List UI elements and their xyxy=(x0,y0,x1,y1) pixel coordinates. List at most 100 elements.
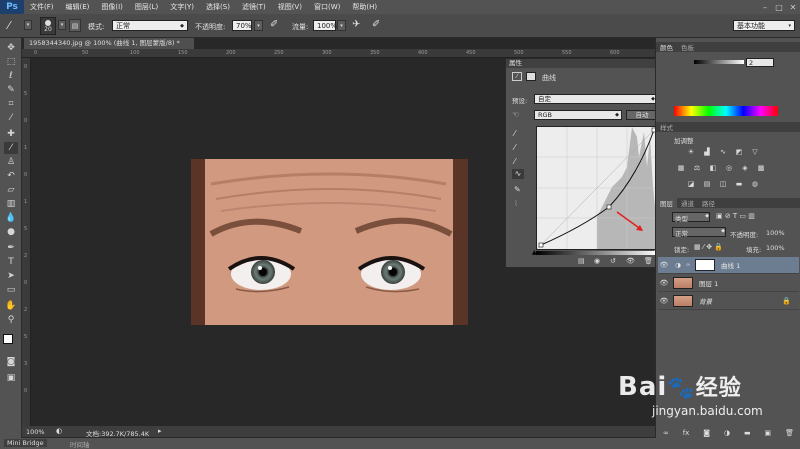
type-tool-icon[interactable]: T xyxy=(4,256,18,268)
auto-button[interactable]: 自动 xyxy=(626,110,658,120)
rectangle-tool-icon[interactable]: ▭ xyxy=(4,284,18,296)
blur-tool-icon[interactable]: 💧 xyxy=(4,212,18,224)
timeline-tab[interactable]: 时间轴 xyxy=(70,439,90,449)
layer-opacity-value[interactable]: 100% xyxy=(766,229,785,237)
black-point-eyedropper-icon[interactable]: ⁄ xyxy=(514,129,515,138)
curves-icon[interactable]: ∿ xyxy=(718,148,728,156)
flow-input[interactable]: 100% xyxy=(313,20,337,31)
opacity-slider-dropdown[interactable]: ▾ xyxy=(254,20,263,31)
filter-pixel-icon[interactable]: ▣ ⊘ T ▭ ▥ xyxy=(716,212,755,220)
menu-edit[interactable]: 编辑(E) xyxy=(60,0,96,14)
layer-row-layer1[interactable]: 👁 图层 1 xyxy=(658,275,799,292)
brush-tool-icon[interactable]: ⁄ xyxy=(4,142,18,154)
threshold-icon[interactable]: ◫ xyxy=(718,180,728,188)
black-white-icon[interactable]: ◧ xyxy=(708,164,718,172)
color-slider[interactable] xyxy=(694,60,744,64)
menu-window[interactable]: 窗口(W) xyxy=(308,0,346,14)
visibility-eye-icon[interactable]: 👁 xyxy=(658,279,670,287)
zoom-tool-icon[interactable]: ⚲ xyxy=(4,314,18,326)
zoom-level[interactable]: 100% xyxy=(26,428,45,436)
layers-tab[interactable]: 图层 xyxy=(656,198,677,208)
mask-icon[interactable] xyxy=(526,72,536,81)
maximize-icon[interactable]: □ xyxy=(772,0,786,14)
menu-image[interactable]: 图像(I) xyxy=(95,0,129,14)
brush-panel-icon[interactable]: ▤ xyxy=(69,19,81,32)
layer-style-icon[interactable]: fx xyxy=(683,429,690,437)
view-previous-icon[interactable]: ◉ xyxy=(594,257,600,265)
foreground-color-swatch[interactable] xyxy=(3,334,13,344)
link-layers-icon[interactable]: ∞ xyxy=(663,429,669,437)
pencil-draw-icon[interactable]: ✎ xyxy=(514,185,521,194)
preset-select[interactable]: 自定 ◆ xyxy=(534,94,658,104)
hand-tool-icon[interactable]: ✋ xyxy=(4,300,18,312)
eraser-tool-icon[interactable]: ▱ xyxy=(4,184,18,196)
styles-tab[interactable]: 样式 xyxy=(656,122,677,132)
hue-saturation-icon[interactable]: ▦ xyxy=(676,164,686,172)
swatches-tab[interactable]: 色板 xyxy=(677,42,698,52)
menu-file[interactable]: 文件(F) xyxy=(24,0,60,14)
mode-select[interactable]: 正常 ◆ xyxy=(112,20,188,31)
fill-value[interactable]: 100% xyxy=(766,244,785,252)
layer-row-background[interactable]: 👁 背景 🔒 xyxy=(658,293,799,310)
layer-mask-thumbnail[interactable] xyxy=(695,259,715,271)
channel-select[interactable]: RGB ◆ xyxy=(534,110,622,120)
history-brush-tool-icon[interactable]: ↶ xyxy=(4,170,18,182)
black-input-slider-icon[interactable]: ▲ xyxy=(532,249,537,256)
invert-icon[interactable]: ◪ xyxy=(686,180,696,188)
move-tool-icon[interactable]: ✥ xyxy=(4,42,18,54)
curve-points-icon[interactable]: ∿ xyxy=(512,169,524,179)
exposure-icon[interactable]: ◩ xyxy=(734,148,744,156)
menu-layer[interactable]: 图层(L) xyxy=(129,0,164,14)
quick-select-tool-icon[interactable]: ✎ xyxy=(4,84,18,96)
visibility-eye-icon[interactable]: 👁 xyxy=(658,297,670,305)
paths-tab[interactable]: 路径 xyxy=(698,198,719,208)
color-balance-icon[interactable]: ⚖ xyxy=(692,164,702,172)
vibrance-icon[interactable]: ▽ xyxy=(750,148,760,156)
screen-mode-icon[interactable]: ▣ xyxy=(4,372,18,384)
menu-view[interactable]: 视图(V) xyxy=(272,0,308,14)
document-tab[interactable]: 1958344340.jpg @ 100% (曲线 1, 图层蒙版/8) * xyxy=(24,38,194,49)
color-value-input[interactable]: 2 xyxy=(746,58,774,67)
brush-tool-icon[interactable]: ⁄ xyxy=(8,19,10,32)
channel-mixer-icon[interactable]: ◈ xyxy=(740,164,750,172)
flow-slider-dropdown[interactable]: ▾ xyxy=(337,20,346,31)
gray-point-eyedropper-icon[interactable]: ⁄ xyxy=(514,143,515,152)
color-spectrum-bar[interactable] xyxy=(674,106,778,116)
new-group-icon[interactable]: ▬ xyxy=(744,429,751,437)
blend-mode-select[interactable]: 正常 ◆ xyxy=(672,227,726,238)
workspace-select[interactable]: 基本功能 ▾ xyxy=(733,20,795,31)
minimize-icon[interactable]: – xyxy=(758,0,772,14)
eyedropper-tool-icon[interactable]: ⁄ xyxy=(4,112,18,124)
pressure-size-icon[interactable]: ✐ xyxy=(372,19,380,30)
mini-bridge-tab[interactable]: Mini Bridge xyxy=(4,439,47,447)
levels-icon[interactable]: ▟ xyxy=(702,148,712,156)
close-icon[interactable]: ✕ xyxy=(786,0,800,14)
dodge-tool-icon[interactable]: ● xyxy=(4,226,18,238)
new-adjustment-icon[interactable]: ◑ xyxy=(724,429,730,437)
status-menu-icon[interactable]: ◐ xyxy=(56,427,62,435)
airbrush-icon[interactable]: ✈ xyxy=(352,19,360,30)
tool-preset-dropdown[interactable]: ▾ xyxy=(24,20,32,30)
link-icon[interactable]: ∞ xyxy=(686,262,692,268)
layer-filter-select[interactable]: 类型 ◆ xyxy=(672,212,710,223)
brush-preset-picker[interactable]: 20 xyxy=(40,17,56,35)
menu-help[interactable]: 帮助(H) xyxy=(346,0,383,14)
visibility-icon[interactable]: 👁 xyxy=(626,257,635,265)
marquee-tool-icon[interactable]: ⬚ xyxy=(4,56,18,68)
pen-tool-icon[interactable]: ✒ xyxy=(4,242,18,254)
quick-mask-icon[interactable]: ◙ xyxy=(4,356,18,368)
photo-filter-icon[interactable]: ◎ xyxy=(724,164,734,172)
channels-tab[interactable]: 通道 xyxy=(677,198,698,208)
pressure-opacity-icon[interactable]: ✐ xyxy=(270,19,278,30)
brush-size-dropdown[interactable]: ▾ xyxy=(58,20,66,30)
reset-icon[interactable]: ↺ xyxy=(610,257,616,265)
path-selection-tool-icon[interactable]: ➤ xyxy=(4,270,18,282)
gradient-tool-icon[interactable]: ▥ xyxy=(4,198,18,210)
clone-stamp-tool-icon[interactable]: ♙ xyxy=(4,156,18,168)
white-point-eyedropper-icon[interactable]: ⁄ xyxy=(514,157,515,166)
layer-row-curves[interactable]: 👁 ◑ ∞ 曲线 1 xyxy=(658,257,799,274)
curve-graph[interactable] xyxy=(536,126,658,250)
clip-to-layer-icon[interactable]: ▤ xyxy=(578,257,585,265)
status-arrow-icon[interactable]: ▸ xyxy=(158,427,162,435)
brightness-icon[interactable]: ☀ xyxy=(686,148,696,156)
